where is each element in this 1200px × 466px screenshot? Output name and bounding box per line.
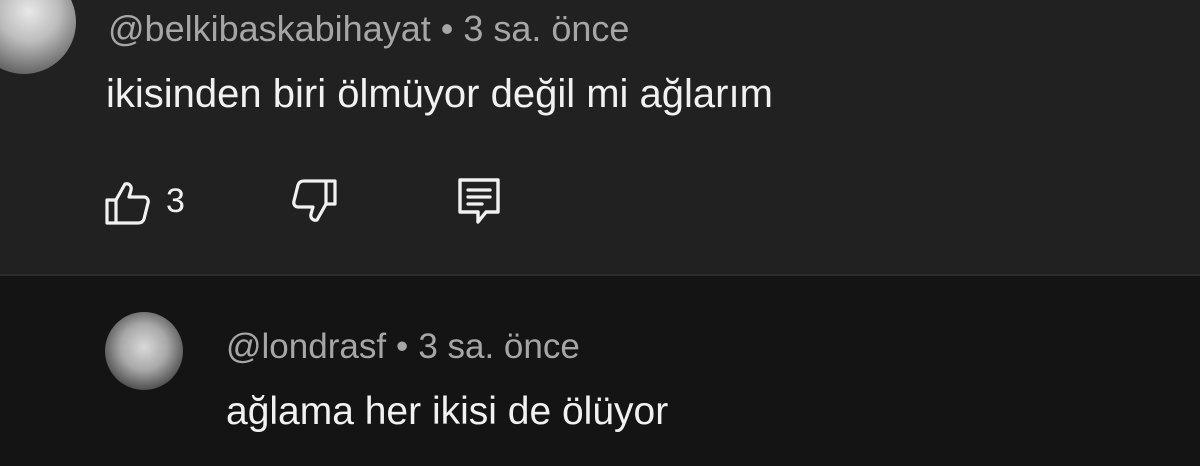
comment-author[interactable]: @belkibaskabihayat xyxy=(108,8,431,49)
avatar[interactable] xyxy=(0,0,76,74)
comment-card: @belkibaskabihayat • 3 sa. önce ikisinden … xyxy=(0,0,1200,276)
reply-meta: @londrasf • 3 sa. önce xyxy=(226,327,580,367)
reply-avatar[interactable] xyxy=(105,312,183,390)
meta-separator: • xyxy=(440,8,454,49)
comment-meta: @belkibaskabihayat • 3 sa. önce xyxy=(108,8,629,50)
thumbs-down-icon[interactable] xyxy=(290,178,338,224)
comment-time[interactable]: 3 sa. önce xyxy=(463,8,629,49)
meta-separator: • xyxy=(396,327,409,366)
comments-screen: @belkibaskabihayat • 3 sa. önce ikisinden … xyxy=(0,0,1200,466)
reply-author[interactable]: @londrasf xyxy=(226,327,386,366)
reply-comment-icon[interactable] xyxy=(456,176,502,226)
reply-thread xyxy=(0,276,1200,466)
like-count: 3 xyxy=(166,182,185,220)
reply-time[interactable]: 3 sa. önce xyxy=(418,327,580,366)
reply-text: ağlama her ikisi de ölüyor xyxy=(226,390,669,433)
comment-text: ikisinden biri ölmüyor değil mi ağlarım xyxy=(106,72,773,116)
thumbs-up-icon[interactable] xyxy=(104,180,152,226)
